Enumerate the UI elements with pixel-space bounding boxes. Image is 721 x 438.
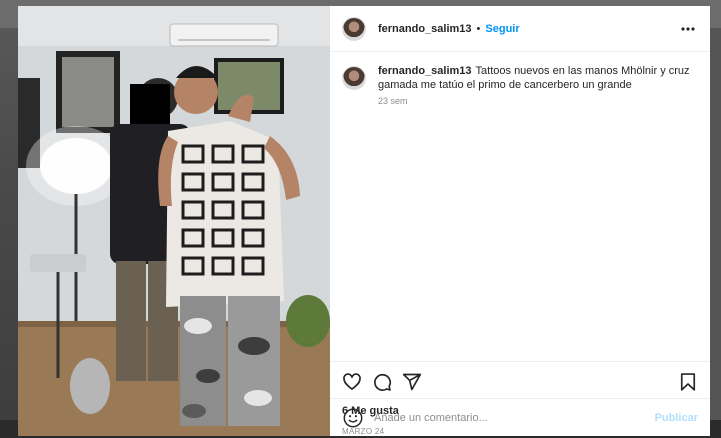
post-panel: fernando_salim13 • Seguir fernando_salim… — [330, 6, 710, 436]
caption-timestamp[interactable]: 23 sem — [378, 96, 698, 106]
more-horizontal-icon — [681, 26, 695, 31]
follow-button[interactable]: Seguir — [485, 23, 519, 35]
caption-body: fernando_salim13 Tattoos nuevos en las ma… — [378, 64, 698, 106]
caption-username[interactable]: fernando_salim13 — [378, 65, 472, 77]
comment-bubble-icon — [374, 373, 392, 391]
share-button[interactable] — [402, 372, 422, 392]
save-button[interactable] — [678, 372, 698, 392]
paper-plane-icon — [402, 373, 422, 390]
emoji-icon — [343, 408, 363, 427]
post-modal: fernando_salim13 • Seguir fernando_salim… — [18, 6, 710, 436]
post-header: fernando_salim13 • Seguir — [330, 6, 710, 52]
caption-text-block: fernando_salim13 Tattoos nuevos en las ma… — [378, 64, 698, 92]
caption-avatar[interactable] — [342, 66, 366, 90]
comment-input[interactable] — [374, 411, 655, 424]
post-photo — [18, 6, 330, 436]
photo-illustration — [18, 6, 330, 436]
action-bar — [330, 361, 710, 401]
heart-icon — [343, 372, 361, 390]
comments-area: fernando_salim13 Tattoos nuevos en las ma… — [330, 52, 710, 361]
publish-button[interactable]: Publicar — [655, 412, 698, 424]
comment-composer: Publicar — [330, 398, 710, 436]
caption-row: fernando_salim13 Tattoos nuevos en las ma… — [342, 64, 698, 106]
emoji-button[interactable] — [342, 407, 364, 429]
like-button[interactable] — [342, 372, 362, 392]
avatar[interactable] — [342, 16, 366, 41]
separator-dot: • — [476, 22, 481, 35]
comment-button[interactable] — [372, 372, 392, 392]
author-username[interactable]: fernando_salim13 — [378, 23, 472, 35]
bookmark-icon — [680, 372, 696, 391]
more-options-button[interactable] — [678, 19, 698, 39]
background-edge — [709, 28, 721, 428]
